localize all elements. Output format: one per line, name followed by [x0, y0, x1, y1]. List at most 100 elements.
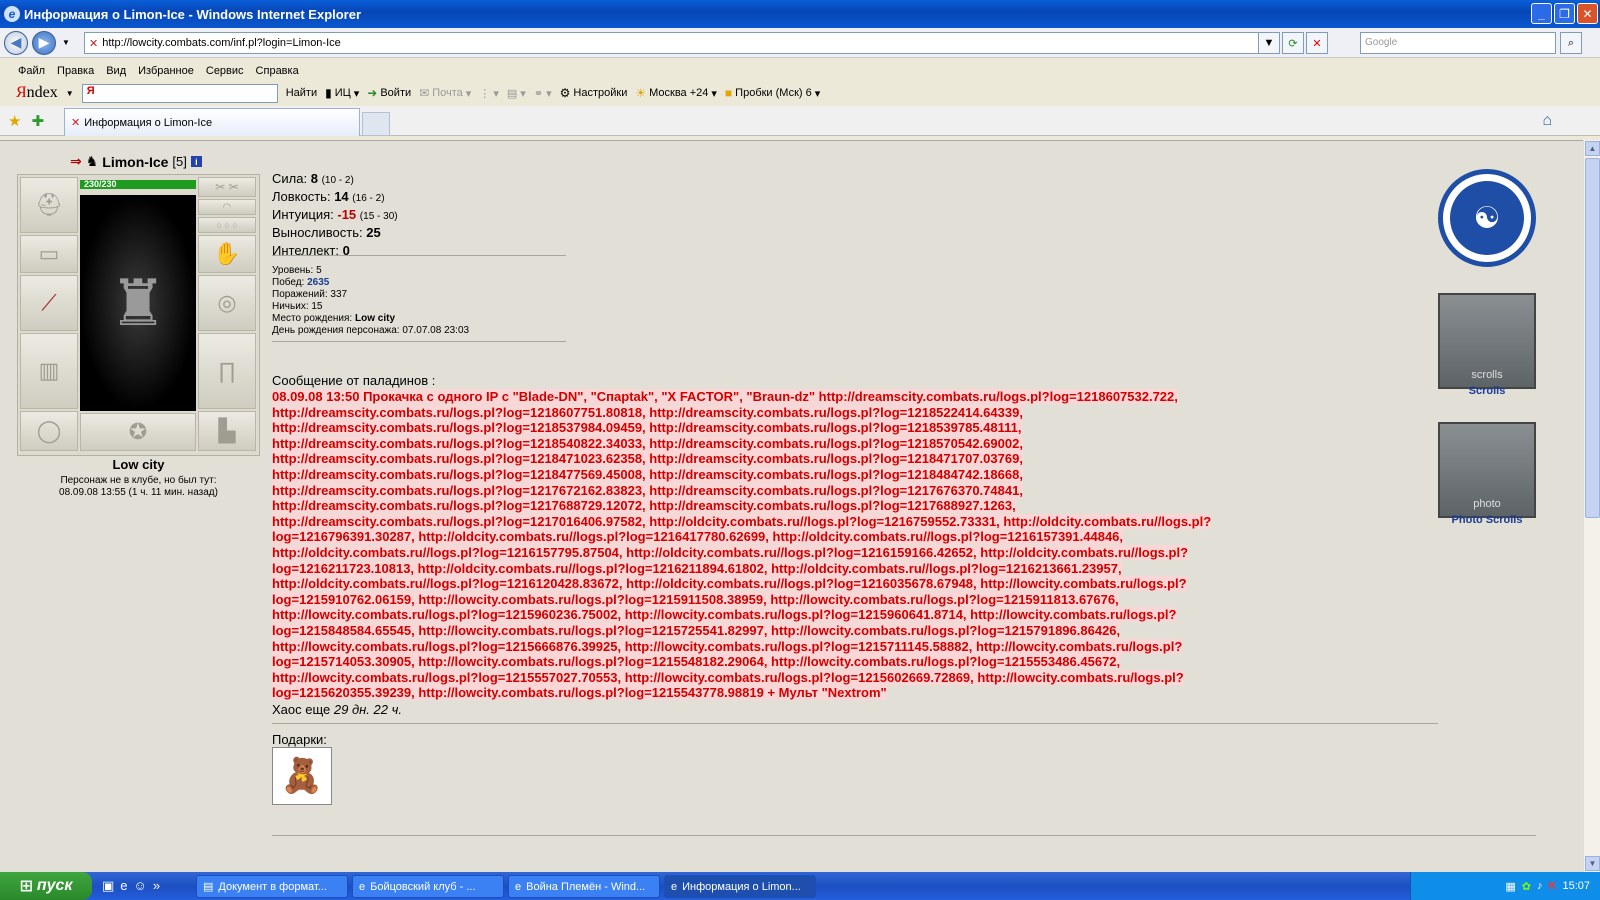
belt-slot[interactable]: ◯ [20, 411, 78, 451]
character-city: Low city [112, 457, 165, 472]
menu-help[interactable]: Справка [256, 65, 299, 77]
ie-quicklaunch-icon[interactable]: e [120, 878, 127, 894]
paladins-message-line[interactable]: log=1216796391.30287, http://oldcity.com… [272, 529, 1437, 545]
paladins-message-line[interactable]: http://dreamscity.combats.ru/logs.pl?log… [272, 513, 1437, 530]
paladins-message-line[interactable]: 08.09.08 13:50 Прокачка с одного IP с "B… [272, 389, 1437, 405]
paladins-message-line[interactable]: log=1215620355.39239, http://lowcity.com… [272, 685, 1437, 701]
paladins-message-line[interactable]: http://dreamscity.combats.ru/logs.pl?log… [272, 498, 1437, 514]
add-favorite-icon[interactable]: ✚ [31, 112, 44, 130]
yandex-find-button[interactable]: Найти [286, 87, 317, 99]
address-dropdown-button[interactable]: ▼ [1258, 32, 1280, 54]
paladins-message: 08.09.08 13:50 Прокачка с одного IP с "B… [272, 389, 1437, 701]
yandex-settings-button[interactable]: ⚙ Настройки [560, 86, 628, 100]
menu-file[interactable]: Файл [18, 65, 45, 77]
paladins-message-line[interactable]: http://lowcity.combats.ru/logs.pl?log=12… [272, 607, 1437, 623]
gift-teddy-bear[interactable]: 🧸 [272, 747, 332, 805]
close-button[interactable]: ✕ [1577, 3, 1598, 24]
icq-icon[interactable]: ✿ [1522, 880, 1531, 893]
task-document[interactable]: ▤ Документ в формат... [196, 875, 348, 898]
yandex-mail-button[interactable]: ✉ Почта ▾ [419, 86, 471, 100]
paladins-message-line[interactable]: http://lowcity.combats.ru/logs.pl?log=12… [272, 669, 1437, 686]
yandex-weather-button[interactable]: ☀ Москва +24 ▾ [635, 86, 717, 100]
history-dropdown-icon[interactable]: ▼ [62, 38, 70, 47]
paladins-message-line[interactable]: http://dreamscity.combats.ru/logs.pl?log… [272, 420, 1437, 436]
paladins-message-line[interactable]: log=1216211723.10813, http://oldcity.com… [272, 560, 1437, 577]
task-limon-info[interactable]: e Информация о Limon... [664, 875, 816, 898]
helmet-slot[interactable]: ⛑ [20, 177, 78, 233]
paladins-message-line[interactable]: http://dreamscity.combats.ru/logs.pl?log… [272, 404, 1437, 421]
app-quicklaunch-icon[interactable]: ☺ [134, 878, 147, 894]
earrings-slot[interactable]: ✂ ✂ [198, 177, 256, 197]
desktop-icon[interactable]: ▣ [102, 878, 114, 894]
scroll-down-icon[interactable]: ▼ [1585, 856, 1600, 871]
yandex-toolbar: Яndex ▼ Я Найти ▮ ИЦ ▾ ➜ Войти ✉ Почта ▾ ⋮ … [0, 82, 1600, 104]
task-tribe-war[interactable]: e Война Племён - Wind... [508, 875, 660, 898]
character-avatar[interactable]: ♜ [80, 195, 196, 411]
paladins-message-line[interactable]: http://oldcity.combats.ru//logs.pl?log=1… [272, 576, 1437, 592]
tab-favicon-icon: ✕ [71, 117, 81, 129]
shield-slot[interactable]: ◎ [198, 275, 256, 331]
rings-slot[interactable]: ○ ○ ○ [198, 217, 256, 233]
menu-favorites[interactable]: Избранное [138, 65, 194, 77]
yandex-translate-button[interactable]: ⚭ ▾ [534, 87, 552, 100]
photo-scrolls-banner[interactable]: photo [1438, 422, 1536, 518]
scroll-thumb[interactable] [1585, 158, 1600, 518]
scroll-up-icon[interactable]: ▲ [1585, 141, 1600, 156]
combats-logo[interactable]: ☯ [1438, 169, 1536, 267]
armor-slot[interactable]: ▥ [20, 333, 78, 409]
address-bar[interactable]: ✕ http://lowcity.combats.com/inf.pl?logi… [84, 32, 1270, 54]
paladins-message-line[interactable]: http://dreamscity.combats.ru/logs.pl?log… [272, 466, 1437, 483]
scrolls-label[interactable]: Scrolls [1438, 385, 1536, 397]
vertical-scrollbar[interactable]: ▲ ▼ [1583, 140, 1600, 872]
minimize-button[interactable]: _ [1531, 3, 1552, 24]
yandex-login-button[interactable]: ➜ Войти [367, 86, 411, 100]
forward-button[interactable]: ▶ [32, 30, 56, 55]
stop-button[interactable]: ✕ [1306, 32, 1328, 54]
yandex-traffic-button[interactable]: ■ Пробки (Мск) 6 ▾ [725, 86, 820, 100]
info-row: Побед: 2635 [272, 277, 330, 288]
task-fight-club[interactable]: e Бойцовский клуб - ... [352, 875, 504, 898]
paladins-message-line[interactable]: http://oldcity.combats.ru//logs.pl?log=1… [272, 544, 1437, 561]
weapon-slot[interactable]: ⟋ [20, 275, 78, 331]
yandex-logo[interactable]: Яndex [16, 84, 58, 102]
network-icon[interactable]: ▦ [1505, 880, 1515, 893]
gloves-slot[interactable]: ✋ [198, 235, 256, 273]
volume-icon[interactable]: ♪ [1537, 880, 1543, 892]
paladins-message-line[interactable]: http://dreamscity.combats.ru/logs.pl?log… [272, 451, 1437, 467]
home-icon[interactable]: ⌂ [1542, 112, 1552, 130]
paladins-message-line[interactable]: log=1215848584.65545, http://lowcity.com… [272, 622, 1437, 639]
emblem-slot[interactable]: ✪ [80, 413, 196, 451]
paladins-message-line[interactable]: log=1215910762.06159, http://lowcity.com… [272, 591, 1437, 608]
tab-limon-ice[interactable]: ✕ Информация о Limon-Ice [64, 108, 360, 136]
paladins-message-line[interactable]: log=1215714053.30905, http://lowcity.com… [272, 654, 1437, 670]
paladins-message-line[interactable]: http://lowcity.combats.ru/logs.pl?log=12… [272, 638, 1437, 655]
paladins-message-line[interactable]: http://dreamscity.combats.ru/logs.pl?log… [272, 435, 1437, 452]
character-name: Limon-Ice [102, 153, 169, 170]
search-input[interactable]: Google [1360, 32, 1556, 54]
maximize-button[interactable]: ❐ [1554, 3, 1575, 24]
necklace-slot[interactable]: ◠ [198, 199, 256, 215]
search-icon[interactable]: ⌕ [1560, 32, 1582, 54]
bracers-slot[interactable]: ▭ [20, 235, 78, 273]
scrolls-banner[interactable]: scrolls [1438, 293, 1536, 389]
refresh-button[interactable]: ⟳ [1282, 32, 1304, 54]
leggings-slot[interactable]: ∏ [198, 333, 256, 409]
menu-edit[interactable]: Правка [57, 65, 94, 77]
yandex-print-button[interactable]: ▤ ▾ [507, 87, 526, 100]
yandex-dropdown-icon[interactable]: ▼ [66, 89, 74, 98]
yandex-ic-button[interactable]: ▮ ИЦ ▾ [325, 86, 359, 100]
favorites-star-icon[interactable]: ★ [8, 112, 21, 130]
menu-view[interactable]: Вид [106, 65, 126, 77]
yandex-extra-button[interactable]: ⋮ ▾ [479, 87, 499, 100]
menu-tools[interactable]: Сервис [206, 65, 244, 77]
new-tab-button[interactable] [362, 112, 390, 136]
quicklaunch-more-icon[interactable]: » [153, 878, 160, 894]
back-button[interactable]: ◀ [4, 30, 28, 55]
yandex-search-input[interactable]: Я [81, 83, 278, 103]
info-icon[interactable]: i [190, 156, 202, 167]
photo-scrolls-label[interactable]: Photo Scrolls [1438, 514, 1536, 526]
boots-slot[interactable]: ▙ [198, 411, 256, 451]
paladins-message-line[interactable]: http://dreamscity.combats.ru/logs.pl?log… [272, 482, 1437, 499]
start-button[interactable]: ⊞ пуск [0, 872, 92, 900]
antivirus-icon[interactable]: K [1549, 880, 1557, 892]
